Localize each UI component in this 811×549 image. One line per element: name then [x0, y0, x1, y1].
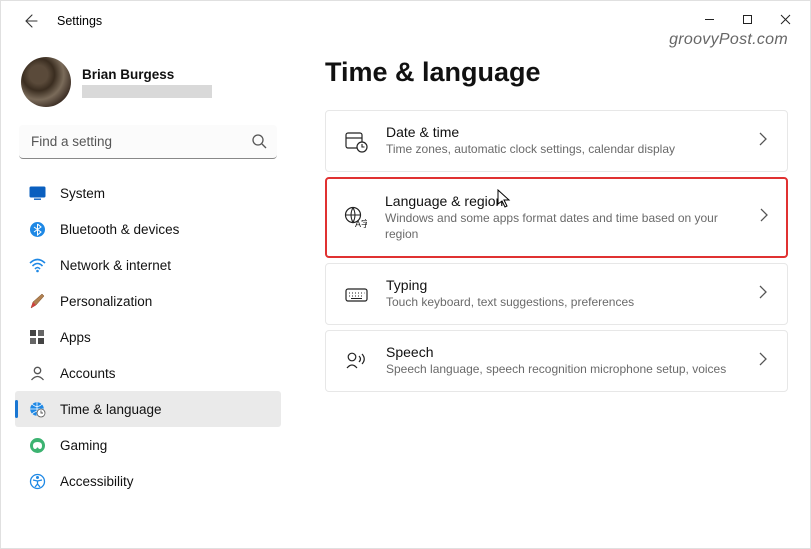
paintbrush-icon — [29, 293, 46, 310]
card-title: Date & time — [386, 124, 741, 140]
avatar — [21, 57, 71, 107]
nav-label: Time & language — [60, 402, 162, 417]
person-icon — [29, 365, 46, 382]
card-typing[interactable]: Typing Touch keyboard, text suggestions,… — [325, 263, 788, 325]
profile-name: Brian Burgess — [82, 67, 212, 82]
wifi-icon — [29, 257, 46, 274]
profile-email-redacted — [82, 85, 212, 98]
chevron-right-icon — [759, 132, 771, 151]
keyboard-icon — [344, 282, 368, 306]
profile-section[interactable]: Brian Burgess — [15, 49, 281, 125]
maximize-button[interactable] — [728, 5, 766, 33]
card-subtitle: Speech language, speech recognition micr… — [386, 362, 741, 378]
card-subtitle: Windows and some apps format dates and t… — [385, 211, 742, 242]
nav-label: Gaming — [60, 438, 107, 453]
back-button[interactable] — [15, 5, 47, 37]
nav-label: Accounts — [60, 366, 116, 381]
sidebar-item-apps[interactable]: Apps — [15, 319, 281, 355]
sidebar-item-accessibility[interactable]: Accessibility — [15, 463, 281, 499]
globe-text-icon: A字 — [343, 206, 367, 230]
sidebar-item-bluetooth[interactable]: Bluetooth & devices — [15, 211, 281, 247]
nav-label: Apps — [60, 330, 91, 345]
speech-icon — [344, 349, 368, 373]
nav-label: System — [60, 186, 105, 201]
card-date-time[interactable]: Date & time Time zones, automatic clock … — [325, 110, 788, 172]
card-title: Typing — [386, 277, 741, 293]
card-speech[interactable]: Speech Speech language, speech recogniti… — [325, 330, 788, 392]
sidebar-item-accounts[interactable]: Accounts — [15, 355, 281, 391]
watermark: groovyPost.com — [669, 31, 788, 49]
card-language-region[interactable]: A字 Language & region Windows and some ap… — [325, 177, 788, 258]
search-input[interactable] — [19, 125, 277, 159]
sidebar-item-system[interactable]: System — [15, 175, 281, 211]
accessibility-icon — [29, 473, 46, 490]
globe-clock-icon — [29, 401, 46, 418]
nav-label: Accessibility — [60, 474, 134, 489]
svg-text:A字: A字 — [355, 218, 367, 229]
chevron-right-icon — [760, 208, 772, 227]
card-subtitle: Time zones, automatic clock settings, ca… — [386, 142, 741, 158]
sidebar-item-personalization[interactable]: Personalization — [15, 283, 281, 319]
bluetooth-icon — [29, 221, 46, 238]
card-subtitle: Touch keyboard, text suggestions, prefer… — [386, 295, 741, 311]
search-icon — [251, 133, 267, 149]
nav-label: Personalization — [60, 294, 152, 309]
chevron-right-icon — [759, 285, 771, 304]
sidebar-item-time-language[interactable]: Time & language — [15, 391, 281, 427]
nav-label: Bluetooth & devices — [60, 222, 179, 237]
window-title: Settings — [57, 14, 102, 28]
apps-icon — [29, 329, 46, 346]
nav-label: Network & internet — [60, 258, 171, 273]
nav-list: System Bluetooth & devices Network & int… — [15, 175, 281, 499]
sidebar: Brian Burgess System Bluetooth & devi — [1, 41, 289, 548]
card-title: Speech — [386, 344, 741, 360]
chevron-right-icon — [759, 352, 771, 371]
system-icon — [29, 185, 46, 202]
sidebar-item-gaming[interactable]: Gaming — [15, 427, 281, 463]
card-title: Language & region — [385, 193, 742, 209]
sidebar-item-network[interactable]: Network & internet — [15, 247, 281, 283]
calendar-clock-icon — [344, 129, 368, 153]
main-panel: Time & language Date & time Time zones, … — [289, 41, 810, 548]
search-wrap — [19, 125, 277, 159]
gaming-icon — [29, 437, 46, 454]
close-button[interactable] — [766, 5, 804, 33]
minimize-button[interactable] — [690, 5, 728, 33]
page-title: Time & language — [325, 57, 788, 88]
